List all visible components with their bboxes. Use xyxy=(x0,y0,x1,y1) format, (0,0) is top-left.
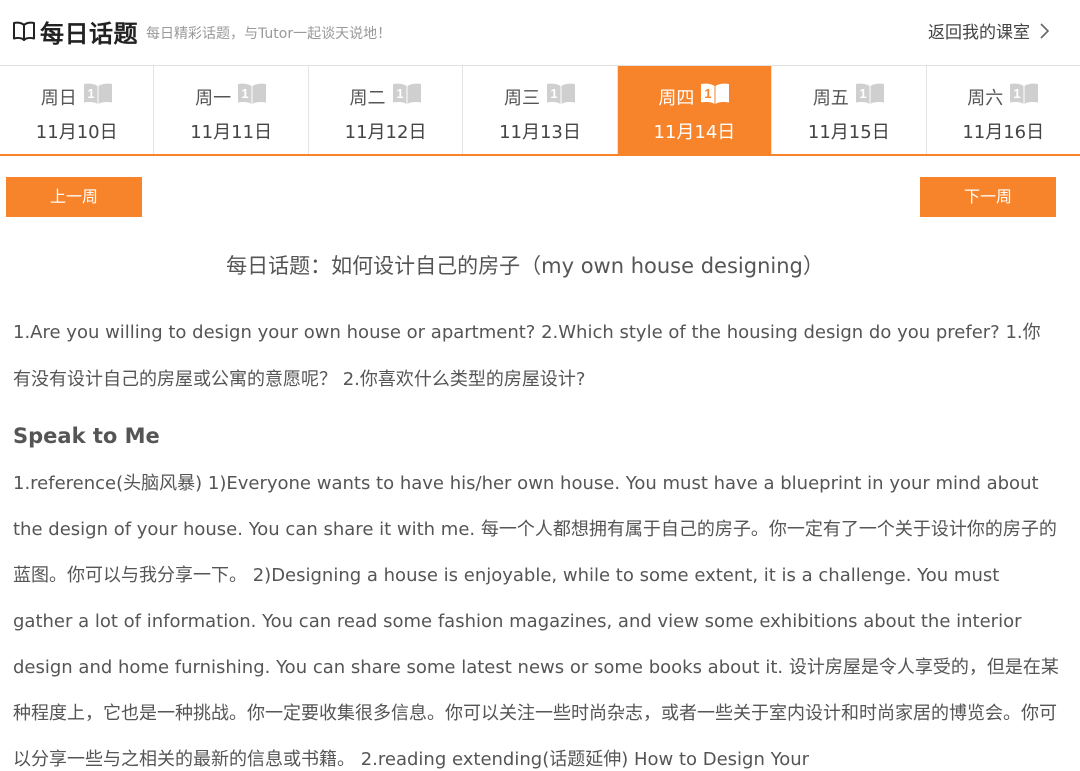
day-tab-date: 11月10日 xyxy=(35,122,118,143)
section-heading: Speak to Me xyxy=(13,424,160,448)
day-tab[interactable]: 周三 1 11月13日 xyxy=(463,66,618,154)
book-badge-icon: 1 xyxy=(546,83,575,104)
day-tab-weekday-row: 周一 1 xyxy=(154,83,307,110)
day-tab-badge-count: 1 xyxy=(1014,86,1021,101)
book-badge-icon: 1 xyxy=(855,83,884,104)
day-tab[interactable]: 周一 1 11月11日 xyxy=(154,66,309,154)
back-to-classroom-link[interactable]: 返回我的课室 xyxy=(928,18,1050,43)
day-tab-badge-count: 1 xyxy=(87,86,94,101)
day-tab-badge-count: 1 xyxy=(550,86,557,101)
day-tab-weekday-row: 周六 1 xyxy=(927,83,1080,110)
day-tab-weekday: 周日 xyxy=(40,88,77,109)
next-week-button[interactable]: 下一周 xyxy=(920,177,1056,217)
day-tab-date: 11月14日 xyxy=(653,122,736,143)
page-title: 每日话题 xyxy=(40,20,138,48)
day-tab[interactable]: 周五 1 11月15日 xyxy=(772,66,927,154)
prev-week-button[interactable]: 上一周 xyxy=(6,177,142,217)
book-badge-icon: 1 xyxy=(1010,83,1039,104)
day-tab-date: 11月11日 xyxy=(190,122,273,143)
page-subtitle: 每日精彩话题，与Tutor一起谈天说地！ xyxy=(146,26,392,42)
back-link-label: 返回我的课室 xyxy=(928,23,1030,43)
day-tabs: 周日 1 11月10日 周一 1 11月11日 周二 1 11月12日 周三 1 11月13日 周四 1 1… xyxy=(0,66,1080,156)
day-tab-weekday-row: 周五 1 xyxy=(772,83,925,110)
day-tab-weekday-row: 周四 1 xyxy=(618,83,771,110)
day-tab[interactable]: 周二 1 11月12日 xyxy=(308,66,464,154)
day-tab-badge-count: 1 xyxy=(242,86,249,101)
day-tab[interactable]: 周六 1 11月16日 xyxy=(926,66,1080,154)
book-badge-icon: 1 xyxy=(701,83,730,104)
day-tab-badge-count: 1 xyxy=(396,86,403,101)
topic-questions: 1.Are you willing to design your own hou… xyxy=(13,322,1041,390)
day-tab-weekday-row: 周三 1 xyxy=(463,83,616,110)
book-badge-icon: 1 xyxy=(83,83,112,104)
topic-title: 每日话题：如何设计自己的房子（my own house designing） xyxy=(226,254,824,278)
topic-body: 1.reference(头脑风暴) 1)Everyone wants to ha… xyxy=(13,473,1059,770)
chevron-right-icon xyxy=(1040,22,1050,39)
day-tab-weekday-row: 周日 1 xyxy=(0,83,153,110)
day-tab-date: 11月16日 xyxy=(962,122,1045,143)
day-tab-badge-count: 1 xyxy=(705,86,712,101)
day-tab-weekday: 周六 xyxy=(967,88,1004,109)
day-tab-weekday: 周三 xyxy=(503,88,540,109)
day-tab[interactable]: 周日 1 11月10日 xyxy=(0,66,155,154)
day-tab-weekday-row: 周二 1 xyxy=(309,83,462,110)
day-tab-weekday: 周四 xyxy=(658,88,695,109)
book-badge-icon: 1 xyxy=(238,83,267,104)
page-header: 每日话题 每日精彩话题，与Tutor一起谈天说地！ 返回我的课室 xyxy=(0,0,1080,66)
book-badge-icon: 1 xyxy=(392,83,421,104)
day-tab-weekday: 周二 xyxy=(349,88,386,109)
day-tab[interactable]: 周四 1 11月14日 xyxy=(617,66,773,154)
day-tab-date: 11月12日 xyxy=(344,122,427,143)
day-tab-badge-count: 1 xyxy=(859,86,866,101)
day-tab-date: 11月15日 xyxy=(807,122,890,143)
day-tab-date: 11月13日 xyxy=(499,122,581,143)
day-tab-weekday: 周一 xyxy=(195,88,232,109)
open-book-icon xyxy=(13,21,35,41)
day-tab-weekday: 周五 xyxy=(812,88,849,109)
